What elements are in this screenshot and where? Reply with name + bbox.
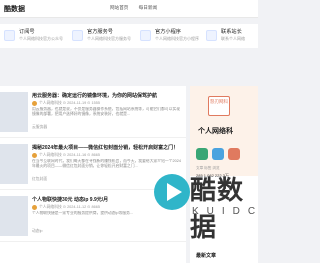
service-title: 官方小程序 <box>155 29 181 35</box>
qr-icon <box>140 30 151 41</box>
article-title[interactable]: 揭秘2024年最火项目——微信红包封面分销，轻松开启财富之门！ <box>32 144 182 151</box>
nav-home[interactable]: 网站首页 <box>110 5 128 10</box>
author-badge: 怒刃网科 <box>208 96 230 116</box>
chat-icon <box>206 30 217 41</box>
qr-icon <box>72 30 83 41</box>
article-meta: 个人网络科技 ⊙ 2024-11-12 ⊙ 8665 <box>32 204 100 210</box>
article-title[interactable]: 用云服务器：确定运行的镜像环境，为你的网站保驾护航 <box>32 92 182 99</box>
service-subtitle: 个人网络科技官方公众号 <box>19 36 63 41</box>
latest-posts-heading: 最新文章 <box>196 253 217 259</box>
site-logo[interactable]: 酷数据 <box>4 4 25 14</box>
qr-icon <box>4 30 15 41</box>
article-meta: 个人网络科技 ⊙ 2024-11-19 ⊙ 1555 <box>32 100 100 106</box>
service-official[interactable]: 官方服务号 个人网络科技官方服务号 <box>72 27 132 45</box>
watermark: 酷数据 KUIDC <box>150 158 258 242</box>
service-miniprogram[interactable]: 官方小程序 个人网络科技官方小程序 <box>140 27 200 45</box>
article-thumbnail[interactable] <box>0 196 28 236</box>
service-subscription[interactable]: 订阅号 个人网络科技官方公众号 <box>4 27 64 45</box>
service-bar: 订阅号 个人网络科技官方公众号 官方服务号 个人网络科技官方服务号 官方小程序 … <box>0 24 258 48</box>
service-contact[interactable]: 联系站长 联系个人网络 <box>206 27 256 45</box>
article-item[interactable]: 用云服务器：确定运行的镜像环境，为你的网站保驾护航 个人网络科技 ⊙ 2024-… <box>0 86 186 138</box>
article-thumbnail[interactable] <box>0 144 28 184</box>
play-logo-icon <box>154 174 190 210</box>
avatar <box>32 152 37 158</box>
article-tag[interactable]: 云服务器 <box>32 125 47 130</box>
service-subtitle: 联系个人网络 <box>221 36 245 41</box>
article-tag[interactable]: 动态ip <box>32 229 43 234</box>
article-excerpt: 用云服务器，也就是说，不仅是服务器操作系统，包括网站系统等，可能它们都可以实现镜… <box>32 107 181 116</box>
article-tag[interactable]: 红包封面 <box>32 177 47 182</box>
service-subtitle: 个人网络科技官方服务号 <box>87 36 131 41</box>
service-title: 联系站长 <box>221 29 242 35</box>
article-thumbnail[interactable] <box>0 92 28 132</box>
main-nav: 网站首页 每日新闻 <box>110 5 166 11</box>
top-bar: 酷数据 网站首页 每日新闻 <box>0 0 258 18</box>
service-title: 订阅号 <box>19 29 35 35</box>
avatar <box>32 100 37 106</box>
avatar <box>32 204 37 210</box>
service-subtitle: 个人网络科技官方小程序 <box>155 36 199 41</box>
service-title: 官方服务号 <box>87 29 113 35</box>
article-meta: 个人网络科技 ⊙ 2024-11-16 ⊙ 8665 <box>32 152 100 158</box>
nav-news[interactable]: 每日新闻 <box>139 5 157 10</box>
author-name[interactable]: 个人网络科 <box>198 126 233 136</box>
watermark-subtext: KUIDC <box>192 206 264 217</box>
